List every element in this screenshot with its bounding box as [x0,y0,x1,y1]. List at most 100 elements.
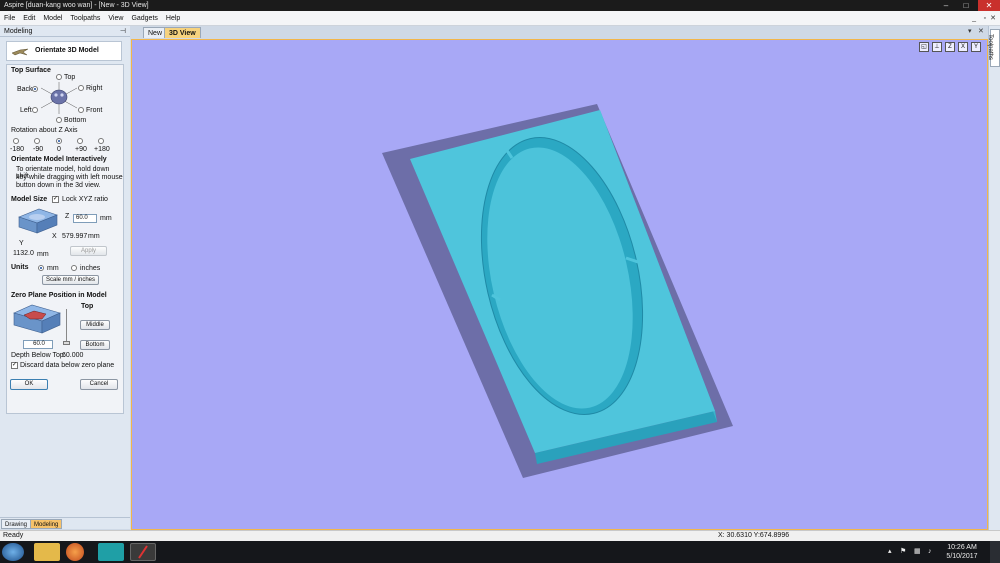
radio-bottom[interactable] [56,117,62,123]
tab-modeling[interactable]: Modeling [30,519,63,529]
toolpaths-tab-label: Toolpaths [986,34,993,60]
pin-icon[interactable]: ⊣ [120,26,126,37]
z-unit: mm [100,215,112,222]
3d-viewport[interactable] [131,39,988,530]
tray-volume-icon[interactable]: ♪ [928,541,932,563]
rotation-label: Rotation about Z Axis [11,127,78,134]
menu-help[interactable]: Help [162,11,184,26]
file-explorer-icon[interactable] [34,543,60,561]
radio-rot-plus180[interactable] [98,138,104,144]
zero-plane-value-input[interactable]: 60.0 [23,340,53,349]
tab-drawing[interactable]: Drawing [1,519,32,529]
view-z-icon[interactable]: Z [945,42,955,52]
radio-rot-0[interactable] [56,138,62,144]
window-title: Aspire [duan-kang woo wan] - [New - 3D V… [4,2,149,9]
menu-model[interactable]: Model [39,11,66,26]
aspire-app-icon[interactable] [130,543,156,561]
show-desktop-button[interactable] [990,541,1000,563]
menu-file[interactable]: File [0,11,19,26]
title-bar: Aspire [duan-kang woo wan] - [New - 3D V… [0,0,1000,11]
aircraft-icon [11,48,29,56]
y-unit: mm [37,251,49,258]
discard-checkbox[interactable]: ✓ [11,362,18,369]
form-header: Orientate 3D Model [6,41,122,61]
radio-back[interactable] [32,86,38,92]
start-button-icon[interactable] [2,543,24,561]
maximize-button[interactable]: □ [958,0,974,11]
radio-units-inches[interactable] [71,265,77,271]
radio-rot-minus180[interactable] [13,138,19,144]
units-label: Units [11,264,29,271]
tab-list-icon[interactable]: ▾ [968,26,972,37]
zero-plane-label: Zero Plane Position in Model [11,292,107,299]
y-axis-label: Y [19,240,24,247]
minimize-button[interactable]: – [938,0,954,11]
y-size-value: 1132.0 [13,250,34,257]
toolpaths-tab[interactable]: Toolpaths [986,29,1000,67]
apply-button[interactable]: Apply [70,246,107,256]
x-unit: mm [88,233,100,240]
tab-close-icon[interactable]: ✕ [978,26,984,37]
menu-gadgets[interactable]: Gadgets [127,11,161,26]
mdi-minimize-icon[interactable]: _ [972,11,976,26]
units-mm-label: mm [47,265,59,272]
rot-minus180-label: -180 [10,146,25,153]
modeling-panel-header: Modeling ⊣ [0,26,130,37]
menu-edit[interactable]: Edit [19,11,39,26]
scale-units-button[interactable]: Scale mm / inches [42,275,99,285]
z-axis-label: Z [65,213,70,220]
zero-bottom-button[interactable]: Bottom [80,340,110,350]
tray-network-icon[interactable]: ▦ [914,541,921,563]
z-size-input[interactable]: 60.0 [73,214,97,223]
form-title: Orientate 3D Model [35,47,99,54]
x-axis-label: X [52,233,57,240]
zoom-extents-icon[interactable]: ◱ [919,42,929,52]
label-left: Left [20,107,32,114]
arduino-icon[interactable] [98,543,124,561]
depth-below-top-label: Depth Below Top: [11,352,66,359]
rot-plus90-label: +90 [75,146,87,153]
tray-expand-icon[interactable]: ▴ [888,541,892,563]
radio-left[interactable] [32,107,38,113]
taskbar: ▴ ⚑ ▦ ♪ 10:26 AM 5/10/2017 [0,541,1000,563]
3d-model-render [382,104,733,478]
menu-bar: File Edit Model Toolpaths View Gadgets H… [0,11,1000,26]
ok-button[interactable]: OK [10,379,48,390]
label-bottom: Bottom [64,117,87,124]
menu-toolpaths[interactable]: Toolpaths [66,11,104,26]
cursor-coordinates: X: 30.6310 Y:674.8996 [718,532,790,539]
mdi-close-icon[interactable]: ✕ [990,11,996,26]
model-size-label: Model Size [11,196,48,203]
lock-xyz-checkbox[interactable]: ✓ [52,196,59,203]
tab-3d-view[interactable]: 3D View [164,27,201,38]
zero-plane-slider-thumb[interactable] [63,341,70,345]
firefox-icon[interactable] [66,543,84,561]
view-y-icon[interactable]: Y [971,42,981,52]
view-x-icon[interactable]: X [958,42,968,52]
rot-0-label: 0 [57,146,61,153]
radio-units-mm[interactable] [38,265,44,271]
status-bar: Ready X: 30.6310 Y:674.8996 [0,530,1000,541]
orientation-model-icon [40,82,78,114]
discard-label: Discard data below zero plane [20,362,115,369]
clock-date[interactable]: 5/10/2017 [942,551,982,562]
modeling-panel: Orientate 3D Model Top Surface Top Back … [0,37,130,517]
units-inches-label: inches [80,265,101,272]
label-front: Front [86,107,103,114]
iso-view-icon[interactable]: ⊥ [932,42,942,52]
orientate-form: Top Surface Top Back Right Left Front Bo… [6,64,124,414]
radio-rot-plus90[interactable] [77,138,83,144]
view-controls: ◱ ⊥ Z X Y [919,42,983,54]
depth-below-top-value: 60.000 [62,352,84,359]
tray-flag-icon[interactable]: ⚑ [900,541,906,563]
zero-middle-button[interactable]: Middle [80,320,110,330]
radio-rot-minus90[interactable] [34,138,40,144]
zero-plane-slider-track[interactable] [66,309,67,343]
panel-tabs: Drawing Modeling [0,517,130,529]
interactive-label: Orientate Model Interactively [11,156,107,163]
mdi-restore-icon[interactable]: ▫ [984,11,986,26]
cancel-button[interactable]: Cancel [80,379,118,390]
interactive-text-3: button down in the 3d view. [16,182,101,189]
menu-view[interactable]: View [104,11,127,26]
close-button[interactable]: ✕ [978,0,1000,11]
